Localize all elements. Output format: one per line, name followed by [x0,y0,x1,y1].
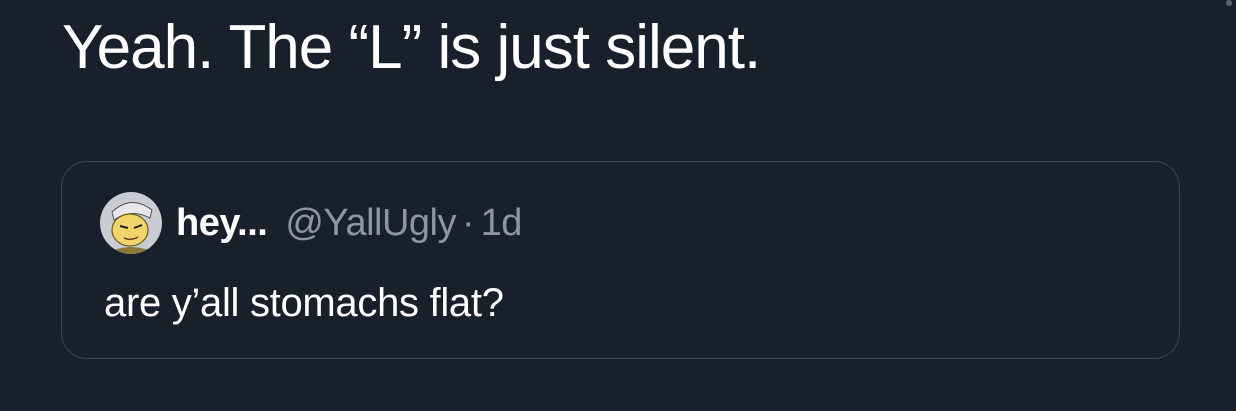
quoted-timestamp[interactable]: 1d [481,202,523,245]
separator-dot: · [461,201,475,244]
quoted-tweet-header: hey... @YallUgly · 1d [100,188,522,258]
quoted-display-name[interactable]: hey... [176,202,268,245]
quoted-tweet-text: are y’all stomachs flat? [104,281,504,325]
quoted-handle[interactable]: @YallUgly [285,202,456,245]
cartoon-character-avatar-icon[interactable] [100,192,162,254]
more-options-icon[interactable] [1226,0,1232,6]
quoted-tweet-card[interactable]: hey... @YallUgly · 1d are y’all stomachs… [61,161,1180,359]
tweet-text: Yeah. The “L” is just silent. [62,13,761,82]
